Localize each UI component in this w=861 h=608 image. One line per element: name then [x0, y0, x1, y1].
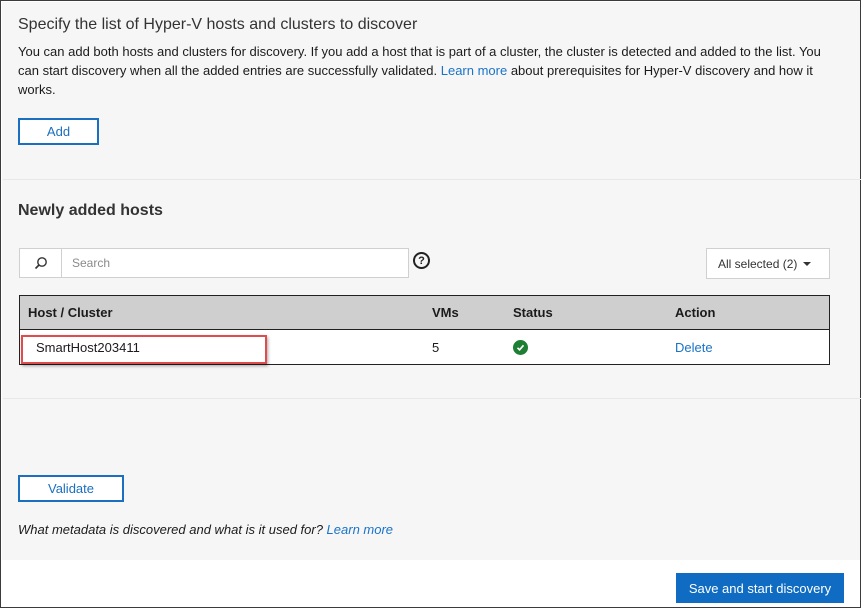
metadata-question: What metadata is discovered and what is …	[18, 522, 327, 537]
column-header-status[interactable]: Status	[513, 305, 675, 320]
window-frame: Specify the list of Hyper-V hosts and cl…	[0, 0, 861, 608]
add-button[interactable]: Add	[18, 118, 99, 145]
table-row[interactable]: SmartHost203411 5 Delete	[20, 330, 829, 364]
column-header-host[interactable]: Host / Cluster	[20, 305, 432, 320]
divider	[3, 179, 861, 180]
hosts-table: Host / Cluster VMs Status Action SmartHo…	[19, 295, 830, 365]
column-header-action: Action	[675, 305, 716, 320]
search-input[interactable]	[62, 250, 402, 276]
search-icon[interactable]	[20, 249, 62, 277]
filter-label: All selected (2)	[718, 256, 798, 271]
status-cell	[513, 339, 675, 355]
action-cell: Delete	[675, 340, 825, 355]
table-header: Host / Cluster VMs Status Action	[20, 296, 829, 330]
section-description: You can add both hosts and clusters for …	[18, 42, 828, 99]
vm-count: 5	[432, 339, 440, 355]
help-icon[interactable]: ?	[413, 252, 430, 269]
filter-dropdown[interactable]: All selected (2)	[706, 248, 830, 279]
delete-link[interactable]: Delete	[675, 340, 713, 355]
search-box[interactable]	[19, 248, 409, 278]
save-and-start-discovery-button[interactable]: Save and start discovery	[676, 573, 844, 603]
divider	[3, 398, 861, 399]
hosts-section-title: Newly added hosts	[18, 202, 163, 219]
column-header-vms[interactable]: VMs	[432, 305, 513, 320]
section-title: Specify the list of Hyper-V hosts and cl…	[18, 16, 418, 33]
chevron-down-icon	[803, 261, 812, 266]
validate-button[interactable]: Validate	[18, 475, 124, 502]
content-panel: Specify the list of Hyper-V hosts and cl…	[2, 2, 861, 560]
host-name: SmartHost203411	[36, 339, 140, 355]
metadata-note: What metadata is discovered and what is …	[18, 522, 393, 537]
learn-more-link-2[interactable]: Learn more	[327, 522, 393, 537]
check-circle-icon	[513, 339, 528, 355]
learn-more-link[interactable]: Learn more	[441, 63, 507, 78]
host-name-cell: SmartHost203411	[20, 340, 432, 355]
